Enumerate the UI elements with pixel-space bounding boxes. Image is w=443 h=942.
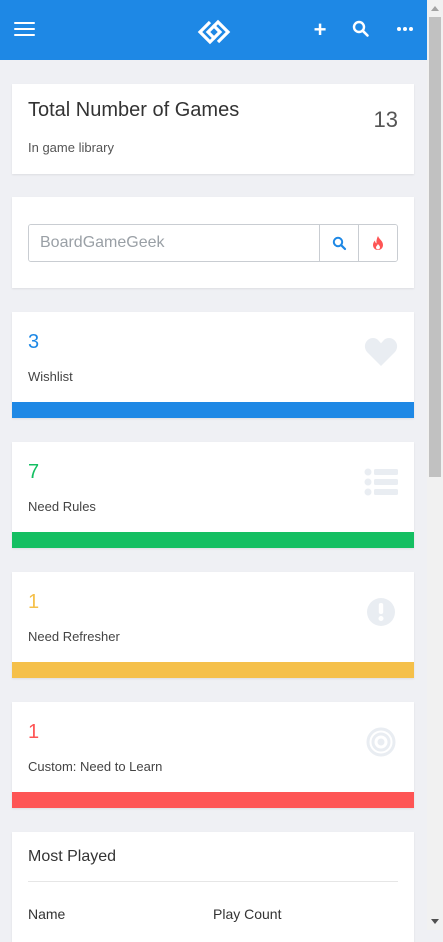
boardgamegeek-search-input[interactable] [29, 225, 319, 261]
custom-label: Custom: Need to Learn [28, 759, 163, 774]
list-icon [364, 466, 398, 498]
need-rules-card[interactable]: 7 Need Rules [12, 442, 414, 548]
top-app-bar: + [0, 0, 427, 60]
need-rules-color-bar [12, 532, 414, 548]
need-rules-count: 7 [28, 461, 40, 483]
wishlist-card[interactable]: 3 Wishlist [12, 312, 414, 418]
search-card [12, 197, 414, 288]
total-games-count: 13 [373, 107, 398, 132]
total-games-subtitle: In game library [28, 140, 114, 155]
most-played-title: Most Played [28, 848, 117, 865]
hamburger-menu-icon[interactable] [14, 20, 36, 38]
custom-color-bar [12, 792, 414, 808]
need-refresher-color-bar [12, 662, 414, 678]
scroll-up-arrow-icon[interactable] [431, 6, 439, 11]
wishlist-count: 3 [28, 331, 40, 353]
plus-icon[interactable]: + [310, 19, 330, 41]
most-played-card: Most Played Name Play Count [12, 832, 414, 942]
column-header-name[interactable]: Name [28, 906, 65, 922]
total-games-card: Total Number of Games 13 In game library [12, 84, 414, 174]
app-logo-icon[interactable] [194, 16, 234, 48]
need-refresher-count: 1 [28, 591, 40, 613]
search-icon[interactable] [352, 20, 370, 38]
search-button[interactable] [319, 225, 358, 261]
need-rules-label: Need Rules [28, 499, 96, 514]
target-icon [364, 726, 398, 758]
search-icon [332, 236, 346, 250]
fire-icon [373, 236, 383, 250]
wishlist-label: Wishlist [28, 369, 73, 384]
column-header-play-count[interactable]: Play Count [213, 906, 281, 922]
heart-icon [364, 336, 398, 368]
vertical-scrollbar[interactable] [427, 0, 443, 930]
total-games-title: Total Number of Games [28, 99, 240, 121]
more-dots-icon[interactable] [396, 20, 414, 38]
need-refresher-card[interactable]: 1 Need Refresher [12, 572, 414, 678]
divider [28, 881, 398, 882]
custom-need-to-learn-card[interactable]: 1 Custom: Need to Learn [12, 702, 414, 808]
custom-count: 1 [28, 721, 40, 743]
scroll-thumb[interactable] [429, 17, 441, 477]
hot-games-button[interactable] [358, 225, 397, 261]
wishlist-color-bar [12, 402, 414, 418]
scroll-down-arrow-icon[interactable] [431, 919, 439, 924]
search-group [28, 224, 398, 262]
exclamation-circle-icon [364, 596, 398, 628]
need-refresher-label: Need Refresher [28, 629, 120, 644]
